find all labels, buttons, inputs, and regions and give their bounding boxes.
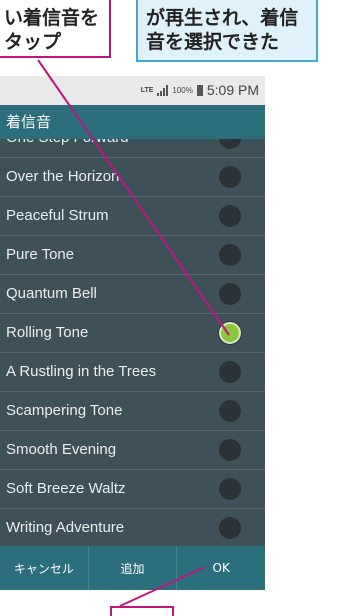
status-bar: LTE 100% 5:09 PM [0,76,265,105]
battery-percent: 100% [172,85,193,95]
ringtone-list-item[interactable]: Rolling Tone [0,314,265,353]
signal-icon [157,84,169,96]
phone-screen: LTE 100% 5:09 PM 着信音 One Step Forward Ove… [0,76,265,590]
ringtone-label: Rolling Tone [6,324,89,341]
ringtone-list-item[interactable]: Soft Breeze Waltz [0,470,265,509]
radio-icon[interactable] [219,205,241,227]
callout-line: い着信音を [4,7,100,29]
radio-icon[interactable] [219,139,241,149]
battery-icon [196,84,203,96]
cancel-button[interactable]: キャンセル [0,546,89,590]
add-button[interactable]: 追加 [89,546,178,590]
ringtone-label: Scampering Tone [6,402,123,419]
callout-line: 音を選択できた [146,31,280,53]
network-type: LTE [140,86,154,94]
ringtone-list-item[interactable]: Over the Horizon [0,158,265,197]
callout-line: タップ [4,31,62,53]
ringtone-label: Pure Tone [6,246,75,263]
radio-selected-icon[interactable] [219,322,241,344]
ringtone-list-item[interactable]: Smooth Evening [0,431,265,470]
radio-icon[interactable] [219,283,241,305]
dialog-title: 着信音 [0,105,265,139]
clock: 5:09 PM [206,82,259,98]
result-callout: が再生され、着信 音を選択できた [136,0,318,62]
ringtone-label: Smooth Evening [6,441,117,458]
ringtone-list-item[interactable]: Peaceful Strum [0,197,265,236]
radio-icon[interactable] [219,439,241,461]
radio-icon[interactable] [219,400,241,422]
ringtone-list-item[interactable]: Pure Tone [0,236,265,275]
ringtone-list-item[interactable]: Writing Adventure [0,509,265,548]
radio-icon[interactable] [219,478,241,500]
radio-icon[interactable] [219,166,241,188]
ringtone-label: Over the Horizon [6,168,120,185]
ringtone-label: Writing Adventure [6,519,125,536]
ok-button[interactable]: OK [177,546,265,590]
callout-line: が再生され、着信 [146,7,299,29]
dialog-buttons: キャンセル 追加 OK [0,546,265,590]
ringtone-label: One Step Forward [6,139,129,146]
ringtone-label: Quantum Bell [6,285,97,302]
ringtone-label: Peaceful Strum [6,207,109,224]
ringtone-list[interactable]: One Step Forward Over the Horizon Peaceful… [0,139,265,559]
radio-icon[interactable] [219,361,241,383]
ringtone-label: Soft Breeze Waltz [6,480,126,497]
radio-icon[interactable] [219,244,241,266]
ringtone-list-item[interactable]: Quantum Bell [0,275,265,314]
bottom-callout [110,606,174,616]
ringtone-list-item[interactable]: A Rustling in the Trees [0,353,265,392]
ringtone-label: A Rustling in the Trees [6,363,157,380]
ringtone-list-item[interactable]: One Step Forward [0,139,265,158]
instruction-callout: い着信音を タップ [0,0,111,58]
radio-icon[interactable] [219,517,241,539]
ringtone-list-item[interactable]: Scampering Tone [0,392,265,431]
